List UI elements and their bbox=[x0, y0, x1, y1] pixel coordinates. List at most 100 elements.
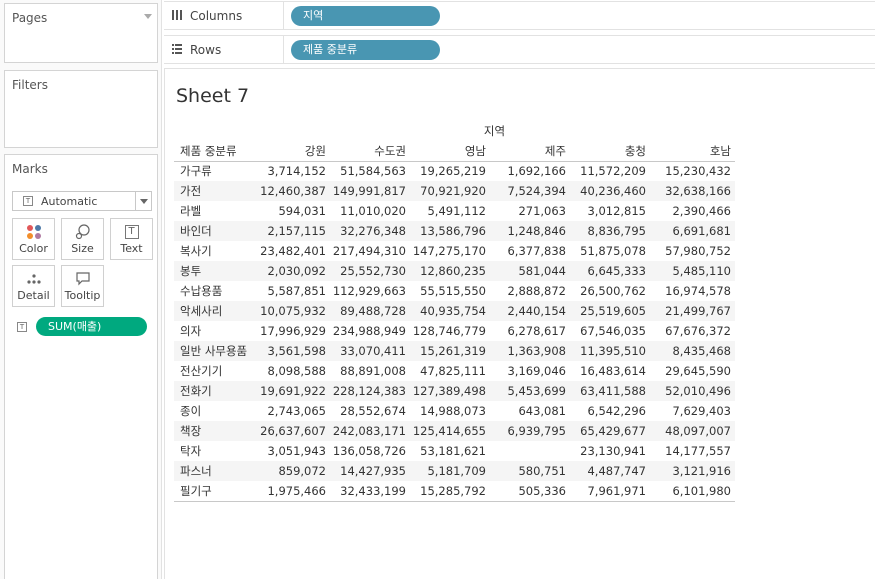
table-cell[interactable]: 127,389,498 bbox=[410, 381, 490, 401]
table-cell[interactable]: 2,743,065 bbox=[254, 401, 330, 421]
table-cell[interactable]: 32,638,166 bbox=[650, 181, 735, 201]
table-cell[interactable]: 128,746,779 bbox=[410, 321, 490, 341]
row-header[interactable]: 필기구 bbox=[174, 481, 254, 502]
table-cell[interactable]: 21,499,767 bbox=[650, 301, 735, 321]
column-header[interactable]: 수도권 bbox=[330, 141, 410, 162]
table-cell[interactable]: 136,058,726 bbox=[330, 441, 410, 461]
table-cell[interactable]: 55,515,550 bbox=[410, 281, 490, 301]
table-cell[interactable]: 234,988,949 bbox=[330, 321, 410, 341]
table-cell[interactable]: 14,177,557 bbox=[650, 441, 735, 461]
table-cell[interactable]: 16,974,578 bbox=[650, 281, 735, 301]
row-header[interactable]: 복사기 bbox=[174, 241, 254, 261]
table-cell[interactable]: 5,491,112 bbox=[410, 201, 490, 221]
column-field-header[interactable]: 지역 bbox=[174, 121, 735, 141]
table-cell[interactable]: 2,888,872 bbox=[490, 281, 570, 301]
table-cell[interactable]: 7,524,394 bbox=[490, 181, 570, 201]
table-cell[interactable]: 505,336 bbox=[490, 481, 570, 502]
row-header[interactable]: 의자 bbox=[174, 321, 254, 341]
table-cell[interactable]: 70,921,920 bbox=[410, 181, 490, 201]
table-cell[interactable]: 4,487,747 bbox=[570, 461, 650, 481]
table-cell[interactable]: 23,130,941 bbox=[570, 441, 650, 461]
table-cell[interactable]: 271,063 bbox=[490, 201, 570, 221]
table-cell[interactable]: 1,692,166 bbox=[490, 161, 570, 181]
column-header[interactable]: 제주 bbox=[490, 141, 570, 162]
column-header[interactable]: 강원 bbox=[254, 141, 330, 162]
table-cell[interactable]: 23,482,401 bbox=[254, 241, 330, 261]
table-cell[interactable]: 67,676,372 bbox=[650, 321, 735, 341]
table-cell[interactable]: 14,427,935 bbox=[330, 461, 410, 481]
table-cell[interactable]: 15,285,792 bbox=[410, 481, 490, 502]
table-cell[interactable]: 26,500,762 bbox=[570, 281, 650, 301]
table-cell[interactable]: 6,278,617 bbox=[490, 321, 570, 341]
table-cell[interactable]: 63,411,588 bbox=[570, 381, 650, 401]
table-cell[interactable]: 51,875,078 bbox=[570, 241, 650, 261]
detail-button[interactable]: Detail bbox=[12, 265, 55, 307]
row-field-header[interactable]: 제품 중분류 bbox=[174, 141, 254, 162]
table-cell[interactable]: 12,860,235 bbox=[410, 261, 490, 281]
table-cell[interactable]: 242,083,171 bbox=[330, 421, 410, 441]
row-header[interactable]: 수납용품 bbox=[174, 281, 254, 301]
table-cell[interactable]: 7,961,971 bbox=[570, 481, 650, 502]
table-cell[interactable]: 10,075,932 bbox=[254, 301, 330, 321]
row-header[interactable]: 전화기 bbox=[174, 381, 254, 401]
table-cell[interactable]: 3,169,046 bbox=[490, 361, 570, 381]
table-cell[interactable]: 581,044 bbox=[490, 261, 570, 281]
table-cell[interactable]: 1,363,908 bbox=[490, 341, 570, 361]
table-cell[interactable]: 88,891,008 bbox=[330, 361, 410, 381]
filters-card[interactable]: Filters bbox=[4, 70, 158, 148]
tooltip-button[interactable]: Tooltip bbox=[61, 265, 104, 307]
row-header[interactable]: 가전 bbox=[174, 181, 254, 201]
table-cell[interactable]: 580,751 bbox=[490, 461, 570, 481]
table-cell[interactable]: 125,414,655 bbox=[410, 421, 490, 441]
table-cell[interactable]: 67,546,035 bbox=[570, 321, 650, 341]
table-cell[interactable]: 112,929,663 bbox=[330, 281, 410, 301]
table-cell[interactable]: 89,488,728 bbox=[330, 301, 410, 321]
row-header[interactable]: 봉투 bbox=[174, 261, 254, 281]
table-cell[interactable]: 11,395,510 bbox=[570, 341, 650, 361]
table-cell[interactable]: 1,248,846 bbox=[490, 221, 570, 241]
table-cell[interactable]: 6,377,838 bbox=[490, 241, 570, 261]
row-header[interactable]: 책장 bbox=[174, 421, 254, 441]
row-header[interactable]: 전산기기 bbox=[174, 361, 254, 381]
sum-sales-pill[interactable]: SUM(매출) bbox=[36, 317, 147, 336]
table-cell[interactable]: 6,691,681 bbox=[650, 221, 735, 241]
columns-shelf[interactable]: Columns 지역 bbox=[164, 1, 875, 30]
table-cell[interactable]: 15,261,319 bbox=[410, 341, 490, 361]
table-cell[interactable]: 52,010,496 bbox=[650, 381, 735, 401]
table-cell[interactable]: 859,072 bbox=[254, 461, 330, 481]
row-header[interactable]: 악세사리 bbox=[174, 301, 254, 321]
size-button[interactable]: Size bbox=[61, 218, 104, 260]
color-button[interactable]: Color bbox=[12, 218, 55, 260]
table-cell[interactable] bbox=[490, 441, 570, 461]
table-cell[interactable]: 11,010,020 bbox=[330, 201, 410, 221]
table-cell[interactable]: 7,629,403 bbox=[650, 401, 735, 421]
table-cell[interactable]: 3,714,152 bbox=[254, 161, 330, 181]
table-cell[interactable]: 5,587,851 bbox=[254, 281, 330, 301]
row-header[interactable]: 파스너 bbox=[174, 461, 254, 481]
table-cell[interactable]: 26,637,607 bbox=[254, 421, 330, 441]
table-cell[interactable]: 28,552,674 bbox=[330, 401, 410, 421]
row-header[interactable]: 일반 사무용품 bbox=[174, 341, 254, 361]
rows-shelf[interactable]: Rows 제품 중분류 bbox=[164, 35, 875, 64]
table-cell[interactable]: 25,552,730 bbox=[330, 261, 410, 281]
pages-menu-caret-icon[interactable] bbox=[144, 14, 152, 19]
table-cell[interactable]: 33,070,411 bbox=[330, 341, 410, 361]
table-cell[interactable]: 228,124,383 bbox=[330, 381, 410, 401]
table-cell[interactable]: 25,519,605 bbox=[570, 301, 650, 321]
table-cell[interactable]: 53,181,621 bbox=[410, 441, 490, 461]
table-cell[interactable]: 40,935,754 bbox=[410, 301, 490, 321]
table-cell[interactable]: 29,645,590 bbox=[650, 361, 735, 381]
table-cell[interactable]: 12,460,387 bbox=[254, 181, 330, 201]
table-cell[interactable]: 6,645,333 bbox=[570, 261, 650, 281]
table-cell[interactable]: 2,157,115 bbox=[254, 221, 330, 241]
table-cell[interactable]: 51,584,563 bbox=[330, 161, 410, 181]
table-cell[interactable]: 11,572,209 bbox=[570, 161, 650, 181]
row-header[interactable]: 라벨 bbox=[174, 201, 254, 221]
row-header[interactable]: 바인더 bbox=[174, 221, 254, 241]
row-header[interactable]: 종이 bbox=[174, 401, 254, 421]
table-cell[interactable]: 6,542,296 bbox=[570, 401, 650, 421]
mark-type-dropdown[interactable]: T Automatic bbox=[12, 191, 152, 211]
table-cell[interactable]: 15,230,432 bbox=[650, 161, 735, 181]
table-cell[interactable]: 6,939,795 bbox=[490, 421, 570, 441]
table-cell[interactable]: 19,265,219 bbox=[410, 161, 490, 181]
